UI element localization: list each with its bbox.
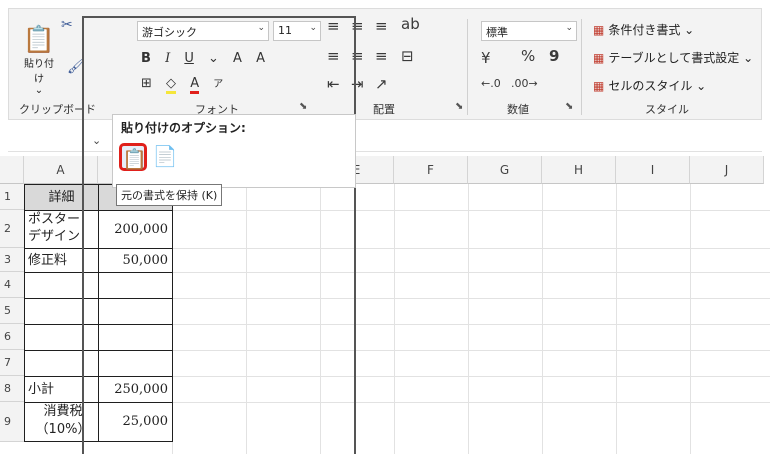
number-group-label: 数値 [507, 103, 529, 116]
gridline [394, 184, 395, 454]
row-header[interactable]: 4 [0, 272, 24, 298]
conditional-formatting-button[interactable]: ▦ 条件付き書式 ⌄ [593, 21, 694, 38]
row-header[interactable]: 9 [0, 402, 24, 442]
column-header[interactable]: I [616, 156, 690, 184]
paste-label: 貼り付け [24, 59, 54, 85]
clipboard-icon: 📋 [22, 25, 56, 55]
conditional-formatting-icon: ▦ [593, 23, 605, 37]
row-header[interactable]: 3 [0, 248, 24, 272]
align-right-icon[interactable]: ≡ [375, 47, 388, 65]
cell-styles-label: セルのスタイル [608, 79, 693, 93]
paste-values-icon[interactable]: 📄 [151, 143, 179, 171]
increase-decimal-icon[interactable]: ←.0 [481, 77, 501, 90]
row-header[interactable]: 5 [0, 298, 24, 324]
row-header[interactable]: 7 [0, 350, 24, 376]
column-header[interactable]: H [542, 156, 616, 184]
row-header[interactable]: 1 [0, 184, 24, 210]
row-header[interactable]: 6 [0, 324, 24, 350]
row-header[interactable]: 2 [0, 210, 24, 248]
styles-group-label: スタイル [645, 103, 689, 116]
alignment-group-label: 配置 [373, 103, 395, 116]
percent-button[interactable]: % [521, 47, 535, 65]
format-as-table-label: テーブルとして書式設定 [608, 51, 740, 65]
chevron-down-icon[interactable]: ⌄ [92, 134, 101, 147]
chevron-down-icon: ⌄ [565, 23, 573, 33]
column-header[interactable]: F [394, 156, 468, 184]
number-format-select[interactable]: 標準 ⌄ [481, 21, 577, 41]
chevron-down-icon: ⌄ [34, 85, 44, 96]
conditional-formatting-label: 条件付き書式 [608, 23, 681, 37]
row-header[interactable]: 8 [0, 376, 24, 402]
wrap-text-icon[interactable]: ab [401, 15, 420, 33]
paste-options-title: 貼り付けのオプション: [121, 121, 246, 135]
gridline [468, 184, 469, 454]
number-format-value: 標準 [486, 26, 508, 39]
cell-styles-button[interactable]: ▦ セルのスタイル ⌄ [593, 77, 706, 94]
paste-button[interactable]: 📋 貼り付け ⌄ [21, 25, 57, 96]
table-icon: ▦ [593, 51, 605, 65]
paste-options-popup: 貼り付けのオプション: 📋 📄 [112, 114, 356, 188]
orientation-icon[interactable]: ↗ [375, 75, 388, 93]
alignment-launcher-icon[interactable]: ⬊ [455, 101, 463, 112]
gridline [616, 184, 617, 454]
decrease-decimal-icon[interactable]: .00→ [511, 77, 538, 90]
merge-center-icon[interactable]: ⊟ [401, 47, 414, 65]
keep-source-formatting-icon[interactable]: 📋 [119, 143, 147, 171]
paste-dropdown-outline [82, 16, 356, 454]
cell-styles-icon: ▦ [593, 79, 605, 93]
comma-button[interactable]: 9 [549, 47, 559, 65]
accounting-format-icon[interactable]: ¥ [481, 49, 491, 67]
tooltip: 元の書式を保持 (K) [116, 184, 223, 206]
divider [581, 19, 582, 115]
cut-icon[interactable]: ✂ [61, 17, 73, 33]
number-launcher-icon[interactable]: ⬊ [565, 101, 573, 112]
format-as-table-button[interactable]: ▦ テーブルとして書式設定 ⌄ [593, 49, 753, 66]
gridline [542, 184, 543, 454]
column-header[interactable]: J [690, 156, 764, 184]
divider [467, 19, 468, 115]
select-all-corner[interactable] [0, 156, 24, 184]
align-bottom-icon[interactable]: ≡ [375, 17, 388, 35]
gridline [690, 184, 691, 454]
column-header[interactable]: G [468, 156, 542, 184]
